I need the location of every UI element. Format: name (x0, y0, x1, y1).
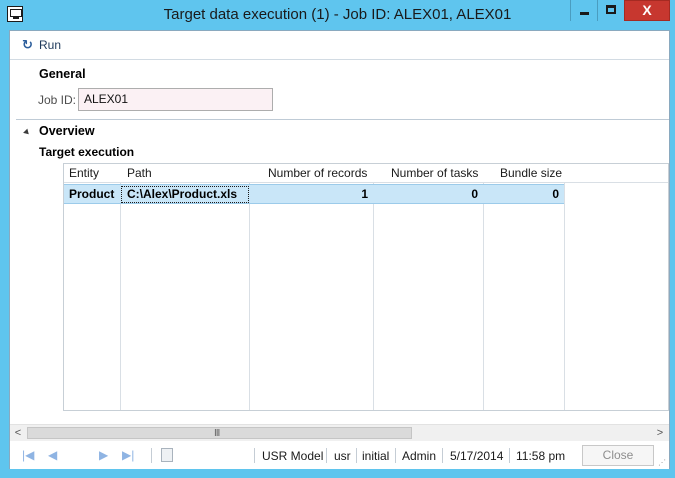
scrollbar-thumb[interactable]: III (27, 427, 412, 439)
status-date: 5/17/2014 (450, 449, 504, 463)
close-icon: X (642, 2, 652, 18)
grid-header: Entity Path Number of records Number of … (64, 164, 668, 183)
status-model: USR Model (262, 449, 324, 463)
table-row[interactable]: Product C:\Alex\Product.xls 1 0 0 (64, 184, 564, 204)
collapse-triangle-icon[interactable] (23, 128, 31, 137)
status-layer: usr (334, 449, 351, 463)
scrollbar-grip-icon: III (214, 428, 220, 439)
status-user: Admin (402, 449, 437, 463)
status-divider (356, 448, 357, 463)
scroll-right-arrow-icon[interactable]: > (652, 425, 668, 441)
column-header-bundle-size[interactable]: Bundle size (500, 166, 562, 180)
run-button[interactable]: ↻ Run (22, 36, 61, 54)
status-divider (442, 448, 443, 463)
run-label: Run (39, 38, 62, 52)
status-divider (151, 448, 152, 463)
close-button[interactable]: Close (582, 445, 654, 466)
first-record-icon[interactable]: |◀ (22, 448, 36, 462)
horizontal-scrollbar[interactable]: < III > (10, 424, 669, 441)
action-pane: ↻ Run (10, 31, 669, 60)
document-icon[interactable] (161, 448, 173, 462)
status-bar: |◀ ◀ ▶ ▶| USR Model usr initial Admin 5/… (10, 442, 669, 469)
title-bar[interactable]: Target data execution (1) - Job ID: ALEX… (0, 0, 675, 30)
status-divider (254, 448, 255, 463)
status-divider (326, 448, 327, 463)
job-id-field[interactable]: ALEX01 (78, 88, 273, 111)
close-window-button[interactable]: X (624, 0, 670, 21)
target-execution-grid[interactable]: Entity Path Number of records Number of … (63, 163, 669, 411)
maximize-icon (606, 5, 616, 14)
status-divider (395, 448, 396, 463)
column-header-number-of-tasks[interactable]: Number of tasks (391, 166, 478, 180)
section-divider (16, 119, 669, 120)
maximize-button[interactable] (597, 0, 624, 21)
overview-section-title[interactable]: Overview (39, 124, 95, 138)
cell-entity[interactable]: Product (69, 187, 114, 201)
cell-number-of-tasks[interactable]: 0 (374, 187, 478, 201)
next-record-icon[interactable]: ▶ (99, 448, 113, 462)
client-area: ↻ Run General Job ID: ALEX01 Overview Ta… (9, 30, 670, 469)
last-record-icon[interactable]: ▶| (122, 448, 136, 462)
minimize-icon (580, 12, 589, 15)
job-id-label: Job ID: (38, 93, 77, 107)
dialog-window: Target data execution (1) - Job ID: ALEX… (0, 0, 675, 478)
status-time: 11:58 pm (516, 449, 566, 463)
cell-path[interactable]: C:\Alex\Product.xls (127, 187, 237, 201)
column-header-entity[interactable]: Entity (69, 166, 99, 180)
previous-record-icon[interactable]: ◀ (48, 448, 62, 462)
resize-grip-icon[interactable]: ⋰ (658, 458, 666, 467)
target-execution-title: Target execution (39, 145, 135, 159)
status-company: initial (362, 449, 390, 463)
status-divider (509, 448, 510, 463)
general-section-title: General (39, 67, 86, 81)
column-header-path[interactable]: Path (127, 166, 152, 180)
cell-bundle-size[interactable]: 0 (484, 187, 559, 201)
column-header-number-of-records[interactable]: Number of records (268, 166, 367, 180)
refresh-icon: ↻ (22, 37, 33, 52)
cell-number-of-records[interactable]: 1 (250, 187, 368, 201)
scroll-left-arrow-icon[interactable]: < (10, 425, 26, 441)
minimize-button[interactable] (570, 0, 597, 21)
